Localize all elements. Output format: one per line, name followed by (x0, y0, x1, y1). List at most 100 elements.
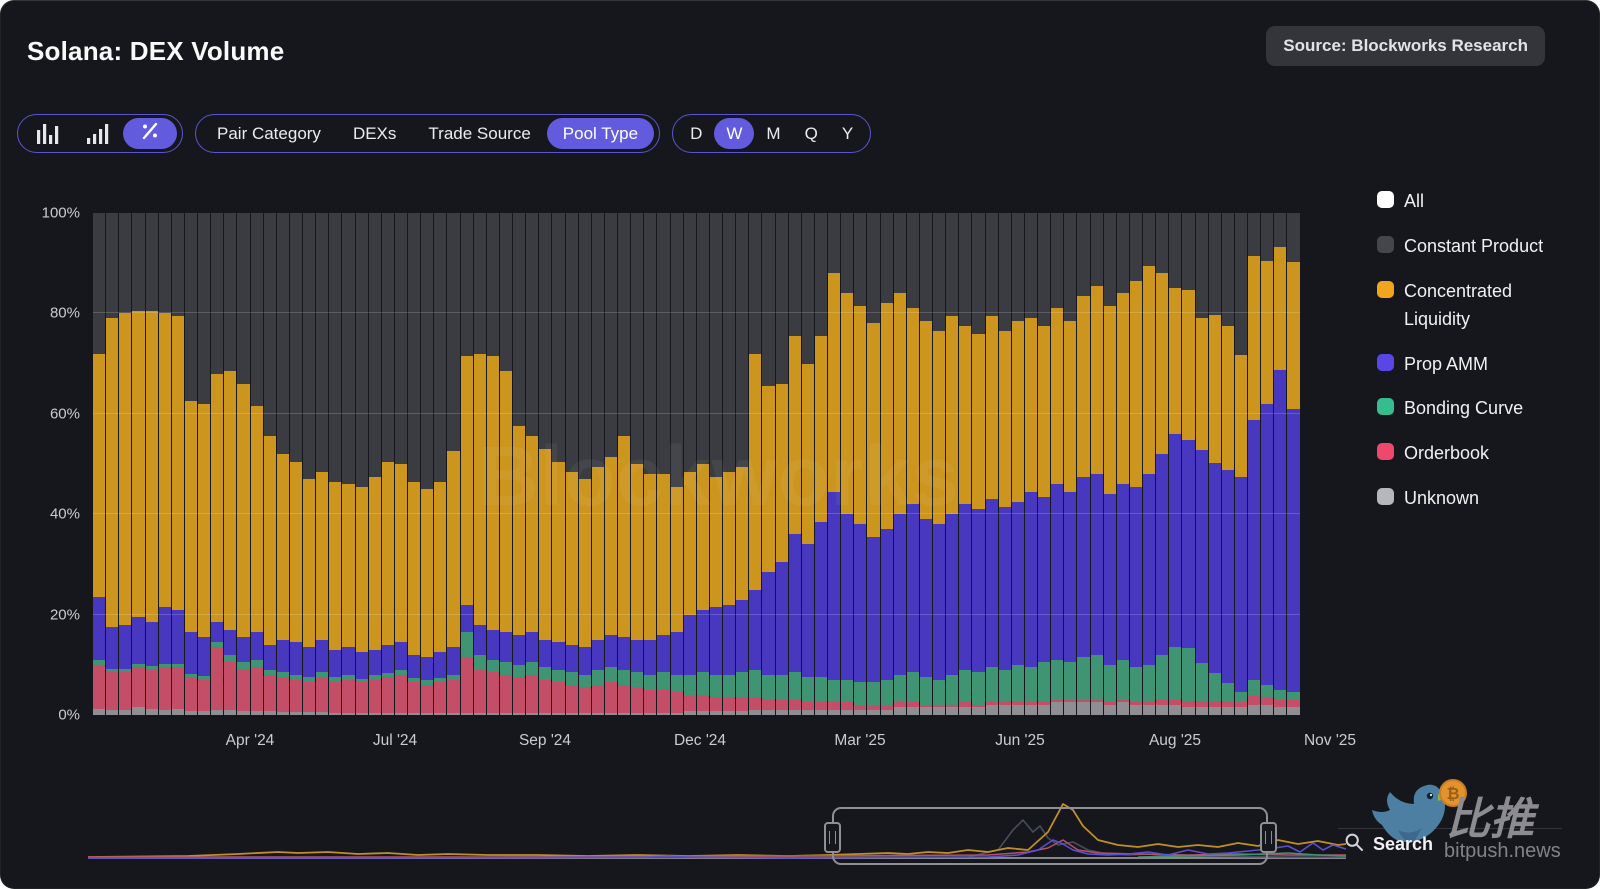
bar[interactable] (670, 213, 683, 715)
bar[interactable] (421, 213, 434, 715)
bar[interactable] (959, 213, 972, 715)
bar[interactable] (1103, 213, 1116, 715)
bar[interactable] (998, 213, 1011, 715)
bar[interactable] (93, 213, 106, 715)
bar[interactable] (1024, 213, 1037, 715)
bar[interactable] (342, 213, 355, 715)
bar[interactable] (880, 213, 893, 715)
bar[interactable] (1274, 213, 1287, 715)
bar[interactable] (854, 213, 867, 715)
legend-item-constant-product[interactable]: Constant Product (1377, 233, 1577, 261)
range-navigator[interactable] (88, 800, 1348, 870)
bar[interactable] (565, 213, 578, 715)
navigator-left-handle[interactable] (824, 822, 841, 853)
bar[interactable] (723, 213, 736, 715)
percent-view-button[interactable] (123, 118, 177, 149)
bar[interactable] (1011, 213, 1024, 715)
bar[interactable] (408, 213, 421, 715)
bar[interactable] (696, 213, 709, 715)
bar[interactable] (801, 213, 814, 715)
bar[interactable] (513, 213, 526, 715)
search-button[interactable]: Search (1344, 832, 1433, 857)
bar[interactable] (736, 213, 749, 715)
bar[interactable] (578, 213, 591, 715)
bar[interactable] (814, 213, 827, 715)
bar[interactable] (329, 213, 342, 715)
bar[interactable] (1064, 213, 1077, 715)
bar[interactable] (972, 213, 985, 715)
bar[interactable] (1234, 213, 1247, 715)
bar[interactable] (289, 213, 302, 715)
bar[interactable] (1169, 213, 1182, 715)
legend-item-all[interactable]: All (1377, 188, 1577, 216)
bar[interactable] (499, 213, 512, 715)
bar[interactable] (171, 213, 184, 715)
bar[interactable] (893, 213, 906, 715)
legend-item-bonding-curve[interactable]: Bonding Curve (1377, 395, 1577, 423)
filter-pool-type[interactable]: Pool Type (546, 118, 655, 149)
bar[interactable] (158, 213, 171, 715)
period-d[interactable]: D (678, 118, 714, 149)
bar[interactable] (1182, 213, 1195, 715)
bar[interactable] (1287, 213, 1300, 715)
bar[interactable] (985, 213, 998, 715)
bar[interactable] (1261, 213, 1274, 715)
bar[interactable] (644, 213, 657, 715)
bar[interactable] (184, 213, 197, 715)
bar[interactable] (434, 213, 447, 715)
navigator-selection-window[interactable] (832, 807, 1268, 865)
filter-dexs[interactable]: DEXs (337, 118, 412, 149)
navigator-right-handle[interactable] (1260, 822, 1277, 853)
bar[interactable] (250, 213, 263, 715)
bar[interactable] (1208, 213, 1221, 715)
bar[interactable] (145, 213, 158, 715)
filter-trade-source[interactable]: Trade Source (412, 118, 546, 149)
bar[interactable] (1143, 213, 1156, 715)
bar[interactable] (788, 213, 801, 715)
bar[interactable] (198, 213, 211, 715)
bar[interactable] (906, 213, 919, 715)
bar[interactable] (106, 213, 119, 715)
bar[interactable] (1195, 213, 1208, 715)
bar[interactable] (683, 213, 696, 715)
bar[interactable] (867, 213, 880, 715)
bar[interactable] (276, 213, 289, 715)
bar[interactable] (552, 213, 565, 715)
bar[interactable] (1051, 213, 1064, 715)
bar[interactable] (657, 213, 670, 715)
period-q[interactable]: Q (793, 118, 830, 149)
filter-pair-category[interactable]: Pair Category (201, 118, 337, 149)
ascending-bar-chart-icon-button[interactable] (73, 118, 123, 149)
bar[interactable] (132, 213, 145, 715)
bar[interactable] (1248, 213, 1261, 715)
bar[interactable] (368, 213, 381, 715)
bar[interactable] (828, 213, 841, 715)
bar[interactable] (381, 213, 394, 715)
bar[interactable] (933, 213, 946, 715)
bar[interactable] (224, 213, 237, 715)
bar[interactable] (526, 213, 539, 715)
bar[interactable] (1129, 213, 1142, 715)
bar[interactable] (618, 213, 631, 715)
legend-item-concentrated-liquidity[interactable]: Concentrated Liquidity (1377, 278, 1577, 334)
bar[interactable] (119, 213, 132, 715)
bar[interactable] (447, 213, 460, 715)
legend-item-orderbook[interactable]: Orderbook (1377, 440, 1577, 468)
bar[interactable] (762, 213, 775, 715)
bar[interactable] (631, 213, 644, 715)
period-m[interactable]: M (754, 118, 792, 149)
bar[interactable] (473, 213, 486, 715)
bar[interactable] (355, 213, 368, 715)
bar[interactable] (919, 213, 932, 715)
bar[interactable] (1116, 213, 1129, 715)
bar[interactable] (775, 213, 788, 715)
bar[interactable] (394, 213, 407, 715)
bar[interactable] (211, 213, 224, 715)
period-y[interactable]: Y (830, 118, 865, 149)
bar[interactable] (539, 213, 552, 715)
bar[interactable] (1038, 213, 1051, 715)
bar[interactable] (237, 213, 250, 715)
bar[interactable] (604, 213, 617, 715)
bar[interactable] (1077, 213, 1090, 715)
legend-item-unknown[interactable]: Unknown (1377, 485, 1577, 513)
